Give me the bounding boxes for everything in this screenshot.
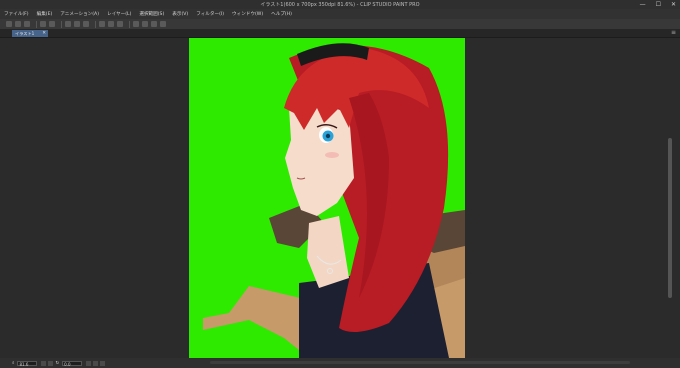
window-title: イラスト1(600 x 700px 350dpi 81.6%) - CLIP S…: [260, 2, 420, 8]
neck: [307, 216, 349, 288]
minimize-button[interactable]: —: [640, 1, 646, 8]
zoom-in-icon[interactable]: [48, 360, 54, 366]
document-tab[interactable]: イラスト1 ✕: [12, 30, 48, 37]
invert-selection-icon[interactable]: [117, 21, 123, 27]
ruler-snap-icon[interactable]: [133, 21, 139, 27]
close-icon[interactable]: ✕: [42, 30, 46, 37]
fill-icon[interactable]: [74, 21, 80, 27]
undo-icon[interactable]: [40, 21, 46, 27]
maximize-button[interactable]: ☐: [656, 1, 661, 8]
save-icon[interactable]: [24, 21, 30, 27]
eye-pupil: [325, 133, 331, 139]
zoom-value[interactable]: 81.6: [17, 360, 38, 367]
toolbar-divider: [129, 20, 130, 28]
menu-help[interactable]: ヘルプ(H): [267, 11, 296, 17]
open-file-icon[interactable]: [15, 21, 21, 27]
zoom-out-icon[interactable]: [41, 360, 47, 366]
blush: [325, 152, 339, 158]
horizontal-scrollbar[interactable]: [210, 361, 630, 364]
zoom-icon: ⌕: [12, 361, 15, 366]
menu-view[interactable]: 表示(V): [168, 11, 192, 17]
menu-selection[interactable]: 選択範囲(S): [135, 11, 168, 17]
rotate-right-icon[interactable]: [93, 360, 99, 366]
clear-icon[interactable]: [65, 21, 71, 27]
transform-icon[interactable]: [83, 21, 89, 27]
redo-icon[interactable]: [49, 21, 55, 27]
menu-file[interactable]: ファイル(F): [0, 11, 33, 17]
special-ruler-snap-icon[interactable]: [151, 21, 157, 27]
new-file-icon[interactable]: [6, 21, 12, 27]
rotate-icon: ↻: [55, 360, 60, 366]
menu-bar: ファイル(F) 編集(E) アニメーション(A) レイヤー(L) 選択範囲(S)…: [0, 9, 680, 19]
canvas-artwork[interactable]: [189, 38, 465, 358]
vertical-scrollbar[interactable]: [668, 38, 672, 358]
menu-animation[interactable]: アニメーション(A): [56, 11, 103, 17]
select-all-icon[interactable]: [99, 21, 105, 27]
close-button[interactable]: ✕: [671, 1, 676, 8]
illustration: [203, 43, 465, 358]
menu-window[interactable]: ウィンドウ(W): [228, 11, 267, 17]
toolbar-divider: [61, 20, 62, 28]
reset-rotation-icon[interactable]: [100, 360, 106, 366]
window-controls: — ☐ ✕: [640, 0, 676, 9]
title-bar: イラスト1(600 x 700px 350dpi 81.6%) - CLIP S…: [0, 0, 680, 9]
menu-layer[interactable]: レイヤー(L): [103, 11, 135, 17]
canvas-workspace[interactable]: [0, 38, 680, 358]
deselect-icon[interactable]: [108, 21, 114, 27]
grid-snap-icon[interactable]: [142, 21, 148, 27]
document-tab-bar: イラスト1 ✕ ≡: [0, 29, 680, 38]
rotation-value[interactable]: 0.0: [62, 360, 83, 367]
toolbar-divider: [36, 20, 37, 28]
menu-filter[interactable]: フィルター(I): [192, 11, 228, 17]
hue-adjust-icon[interactable]: [160, 21, 166, 27]
tab-menu-icon[interactable]: ≡: [671, 29, 676, 36]
rotate-left-icon[interactable]: [86, 360, 92, 366]
document-tab-label: イラスト1: [15, 31, 35, 36]
toolbar-divider: [95, 20, 96, 28]
menu-edit[interactable]: 編集(E): [33, 11, 57, 17]
vertical-scrollbar-thumb[interactable]: [668, 138, 672, 298]
command-bar: [0, 19, 680, 29]
